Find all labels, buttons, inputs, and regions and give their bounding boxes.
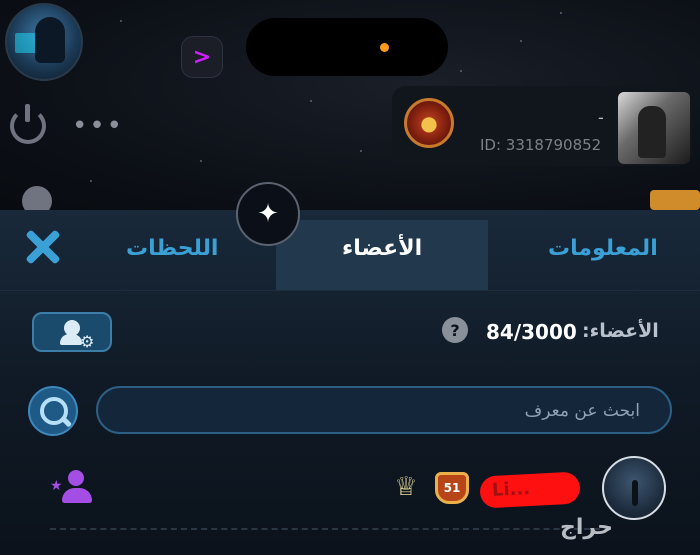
power-icon[interactable]: [10, 104, 46, 144]
invite-icon-body: [62, 488, 92, 503]
my-avatar[interactable]: [5, 3, 83, 81]
search-icon-handle: [59, 415, 73, 428]
search-input[interactable]: ابحث عن معرف: [96, 386, 672, 434]
owner-id: ID: 3318790852: [480, 136, 602, 154]
crown-icon: ♕: [394, 472, 418, 502]
invite-icon-head: [68, 470, 84, 486]
tab-bar: المعلومات الأعضاء اللحظات: [0, 210, 700, 290]
dynamic-island: [246, 18, 448, 76]
family-badge-icon[interactable]: ●: [404, 98, 454, 148]
gear-icon: ⚙: [80, 332, 95, 351]
tab-moments[interactable]: اللحظات: [126, 236, 218, 261]
member-name-redacted: Li...: [479, 471, 581, 509]
close-icon[interactable]: [24, 228, 62, 266]
owner-photo-figure: [638, 106, 666, 158]
row-divider: [50, 528, 610, 532]
more-icon[interactable]: •••: [72, 112, 124, 140]
tab-info[interactable]: المعلومات: [548, 236, 658, 261]
members-count: 84/3000: [486, 320, 577, 344]
member-avatar[interactable]: [602, 456, 666, 520]
level-badge: 51: [435, 472, 469, 504]
owner-name: -: [598, 108, 604, 127]
member-settings-button[interactable]: ⚙: [32, 312, 112, 352]
status-dot: [380, 43, 389, 52]
avatar-art: [15, 33, 37, 53]
gift-icon: [650, 190, 700, 210]
send-icon[interactable]: >: [181, 36, 223, 78]
search-button[interactable]: [28, 386, 78, 436]
watermark-logo: حراج: [560, 515, 613, 540]
members-label: الأعضاء:: [582, 320, 659, 342]
owner-photo[interactable]: [618, 92, 690, 164]
sparkle-icon[interactable]: ✦: [236, 182, 300, 246]
avatar-art-figure: [35, 17, 65, 63]
tabs-divider: [0, 290, 700, 291]
help-icon[interactable]: ?: [442, 317, 468, 343]
star-icon: ★: [50, 478, 63, 494]
invite-member-icon[interactable]: ★: [50, 470, 94, 506]
member-name: Li...: [491, 478, 531, 501]
tab-members[interactable]: الأعضاء: [342, 236, 422, 261]
search-placeholder: ابحث عن معرف: [524, 401, 640, 421]
member-avatar-figure: [632, 480, 638, 506]
members-panel: المعلومات الأعضاء اللحظات: [0, 210, 700, 555]
user-icon-body: [60, 334, 82, 345]
